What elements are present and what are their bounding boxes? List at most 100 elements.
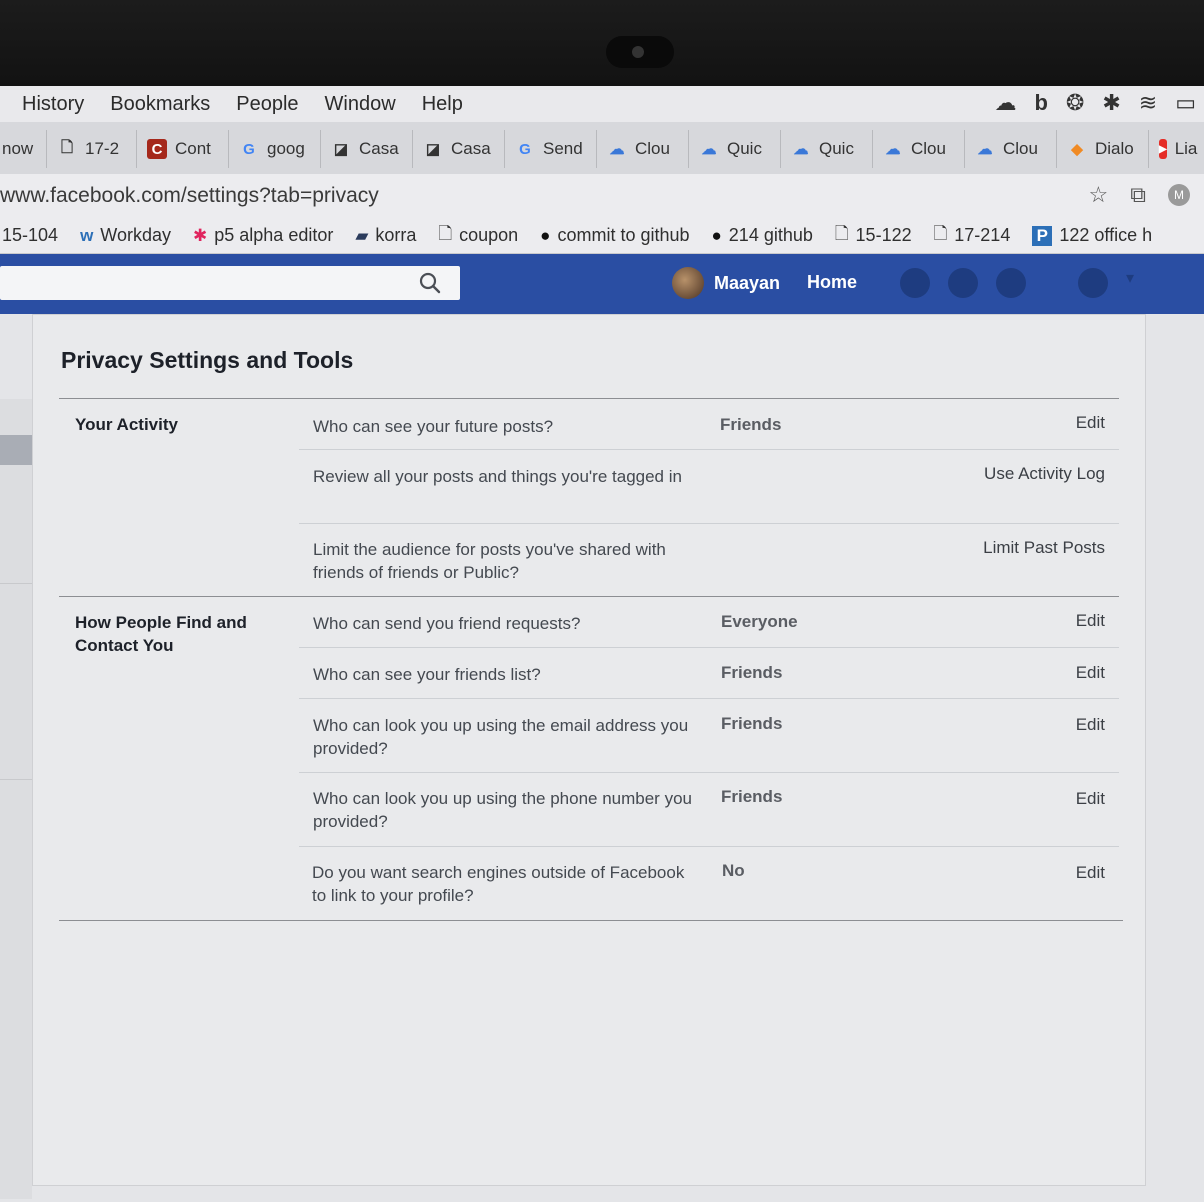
bookmark-star-icon[interactable]: ☆ (1089, 182, 1109, 208)
setting-question: Who can see your future posts? (313, 417, 554, 436)
profile-avatar[interactable]: M (1168, 184, 1190, 206)
menu-people[interactable]: People (236, 93, 298, 116)
help-question-icon[interactable] (1078, 268, 1108, 298)
bing-b-icon[interactable]: b (1034, 90, 1047, 116)
address-bar: www.facebook.com/settings?tab=privacy ☆ … (0, 174, 1204, 218)
edit-button[interactable]: Edit (1076, 789, 1105, 809)
document-icon: 🗋 (60, 138, 74, 156)
menu-history[interactable]: History (22, 93, 84, 116)
workday-icon: w (80, 225, 94, 245)
browser-tab[interactable]: ☁ Quic (688, 130, 780, 168)
browser-tab-strip: now 🗋 17-2 C Cont Ggoog ◪ Casa ◪ Casa G Send … (0, 122, 1204, 174)
wifi-icon[interactable]: ≋ (1139, 90, 1157, 116)
facebook-nav-icons: ▾ (900, 268, 1142, 298)
browser-tab[interactable]: C Cont (136, 130, 228, 168)
browser-tab[interactable]: ☁ Clou (596, 130, 688, 168)
edit-button[interactable]: Edit (1076, 611, 1105, 631)
browser-tab[interactable]: ◆ Dialo (1056, 130, 1148, 168)
row-divider (299, 772, 1119, 773)
tab-title: Quic (727, 139, 762, 158)
divider (59, 596, 1119, 597)
row-divider (299, 698, 1119, 699)
profile-link[interactable]: Maayan (672, 267, 780, 299)
bookmark-label: 214 github (728, 225, 813, 245)
bookmark-item[interactable]: ● commit to github (540, 225, 689, 246)
divider (59, 398, 1119, 399)
bookmark-item[interactable]: 🗋 15-122 (835, 221, 912, 250)
row-divider (299, 647, 1119, 648)
setting-question: Who can look you up using the phone numb… (313, 789, 692, 831)
browser-tab[interactable]: now (0, 130, 46, 168)
tab-title: Casa (451, 139, 491, 158)
url-field[interactable]: www.facebook.com/settings?tab=privacy (0, 184, 379, 208)
browser-tab[interactable]: 🗋 17-2 (46, 130, 136, 168)
google-cloud-icon: ☁ (793, 141, 809, 158)
bookmark-item[interactable]: 🗋 17-214 (934, 221, 1011, 250)
setting-value: Friends (721, 663, 783, 682)
casa-favicon-icon: ◪ (425, 141, 441, 158)
setting-question: Who can send you friend requests? (313, 614, 581, 633)
setting-value: Friends (721, 787, 783, 806)
bookmark-label: Workday (100, 225, 171, 245)
bookmark-item[interactable]: 15-104 (2, 225, 58, 246)
menu-bookmarks[interactable]: Bookmarks (110, 93, 210, 116)
setting-question: Do you want search engines outside of Fa… (312, 863, 685, 905)
bookmark-item[interactable]: P 122 office h (1032, 225, 1152, 246)
google-icon: G (519, 140, 531, 158)
divider (59, 920, 1123, 921)
notifications-globe-icon[interactable] (996, 268, 1026, 298)
bookmark-item[interactable]: ▰ korra (355, 225, 416, 246)
facebook-search-input[interactable] (0, 266, 400, 300)
creative-cloud-icon[interactable]: ❂ (1066, 90, 1084, 116)
bluetooth-icon[interactable]: ✱ (1102, 90, 1120, 116)
browser-tab[interactable]: Ggoog (228, 130, 320, 168)
tv-icon: ▰ (355, 225, 369, 245)
edit-button[interactable]: Edit (1076, 413, 1105, 433)
bookmark-label: commit to github (557, 225, 690, 245)
chevron-down-icon[interactable]: ▾ (1126, 268, 1142, 298)
bookmark-item[interactable]: ● 214 github (712, 225, 813, 246)
bookmarks-bar: 15-104 w Workday ✱ p5 alpha editor ▰ korra … (0, 218, 1204, 254)
browser-tab[interactable]: ☁ Clou (964, 130, 1056, 168)
webcam (606, 36, 674, 68)
edit-button[interactable]: Edit (1076, 663, 1105, 683)
browser-tab[interactable]: ☁ Clou (872, 130, 964, 168)
use-activity-log-button[interactable]: Use Activity Log (984, 464, 1105, 484)
tab-title: Dialo (1095, 139, 1134, 158)
battery-icon[interactable]: ▭ (1175, 90, 1196, 116)
menu-window[interactable]: Window (325, 93, 396, 116)
sidebar-item-privacy[interactable] (0, 435, 32, 465)
limit-past-posts-button[interactable]: Limit Past Posts (983, 538, 1105, 558)
row-divider (299, 449, 1119, 450)
settings-sidebar (0, 399, 32, 1199)
browser-tab[interactable]: ◪ Casa (320, 130, 412, 168)
privacy-settings-panel: Privacy Settings and Tools Your Activity… (32, 314, 1146, 1186)
setting-value: No (722, 861, 745, 880)
tab-title: Clou (911, 139, 946, 158)
home-link[interactable]: Home (807, 272, 857, 293)
cast-icon[interactable]: ⧉ (1130, 182, 1146, 208)
friend-requests-icon[interactable] (900, 268, 930, 298)
edit-button[interactable]: Edit (1076, 715, 1105, 735)
document-icon: 🗋 (834, 224, 849, 243)
menu-help[interactable]: Help (422, 93, 463, 116)
browser-tab[interactable]: ◪ Casa (412, 130, 504, 168)
cloud-upload-icon[interactable]: ☁ (994, 90, 1016, 116)
user-name: Maayan (714, 272, 781, 293)
bookmark-item[interactable]: w Workday (80, 225, 171, 246)
page-title: Privacy Settings and Tools (61, 347, 354, 373)
browser-tab[interactable]: G Send (504, 130, 596, 168)
bookmark-label: korra (375, 225, 417, 245)
browser-tab[interactable]: ☁ Quic (780, 130, 872, 168)
section-label-your-activity: Your Activity (75, 415, 178, 434)
search-icon[interactable] (418, 271, 442, 295)
p-favicon-icon: P (1032, 225, 1053, 246)
setting-question: Review all your posts and things you're … (313, 467, 682, 486)
bookmark-item[interactable]: 🗋 coupon (438, 221, 518, 250)
browser-tab[interactable]: ▶ Lia (1148, 130, 1204, 168)
edit-button[interactable]: Edit (1076, 863, 1105, 883)
setting-question: Who can see your friends list? (313, 665, 541, 684)
bookmark-item[interactable]: ✱ p5 alpha editor (193, 225, 333, 246)
messenger-icon[interactable] (948, 268, 978, 298)
menu-bar-status-icons: ☁ b ❂ ✱ ≋ ▭ (994, 90, 1196, 116)
